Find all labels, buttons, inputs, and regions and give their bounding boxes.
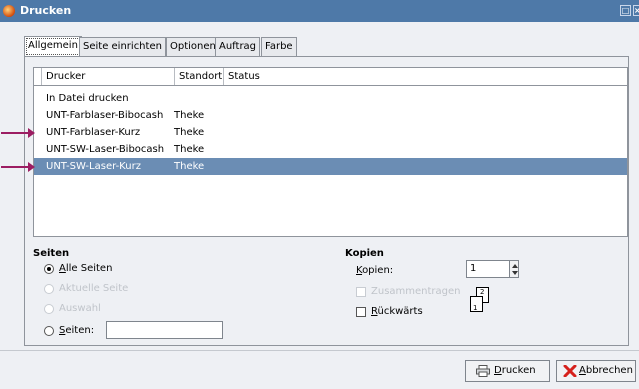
printer-name: UNT-SW-Laser-Kurz bbox=[46, 161, 141, 172]
copies-section-title: Kopien bbox=[345, 248, 384, 259]
collate-checkbox bbox=[356, 287, 366, 297]
cancel-button[interactable]: Abbrechen bbox=[556, 360, 636, 382]
tab-optionen[interactable]: Optionen bbox=[166, 37, 220, 57]
printer-name: UNT-SW-Laser-Bibocash bbox=[46, 144, 165, 155]
radio-button bbox=[44, 304, 54, 314]
title-bar: Drucken □ × bbox=[0, 0, 639, 22]
printer-name: In Datei drucken bbox=[46, 93, 129, 104]
reverse-label: Rückwärts bbox=[371, 306, 423, 317]
copies-spin-button[interactable] bbox=[509, 260, 519, 278]
reverse-checkbox[interactable] bbox=[356, 307, 366, 317]
radio-button[interactable] bbox=[44, 264, 54, 274]
radio-button[interactable] bbox=[44, 326, 54, 336]
divider bbox=[0, 350, 639, 351]
radio-button bbox=[44, 284, 54, 294]
tab-allgemein[interactable]: Allgemein bbox=[24, 36, 82, 57]
printer-row-selected[interactable]: UNT-SW-Laser-Kurz Theke bbox=[1, 158, 627, 175]
printer-row[interactable]: In Datei drucken bbox=[34, 90, 627, 107]
pages-range-input[interactable] bbox=[106, 321, 223, 339]
current-page-label: Aktuelle Seite bbox=[59, 283, 129, 294]
close-button[interactable]: × bbox=[633, 5, 639, 16]
maximize-button[interactable]: □ bbox=[620, 5, 631, 16]
pages-range-label: Seiten: bbox=[59, 325, 95, 336]
printer-row[interactable]: UNT-Farblaser-Kurz Theke bbox=[1, 124, 627, 141]
cancel-icon bbox=[563, 365, 577, 377]
printer-app-icon bbox=[3, 5, 15, 17]
printer-location: Theke bbox=[174, 127, 205, 138]
cancel-button-label: Abbrechen bbox=[579, 365, 633, 376]
tab-auftrag[interactable]: Auftrag bbox=[215, 37, 261, 57]
printer-name: UNT-Farblaser-Kurz bbox=[46, 127, 141, 138]
marker-arrow bbox=[1, 128, 35, 138]
column-header-drucker[interactable]: Drucker bbox=[41, 68, 174, 85]
collate-preview-page-1: 1 bbox=[470, 296, 483, 312]
copies-label: Kopien: bbox=[356, 265, 394, 276]
printer-row[interactable]: UNT-SW-Laser-Bibocash Theke bbox=[34, 141, 627, 158]
printer-list[interactable]: Drucker Standort Status In Datei drucken… bbox=[1, 67, 628, 237]
list-header: Drucker Standort Status bbox=[34, 68, 627, 86]
printer-location: Theke bbox=[174, 110, 205, 121]
printer-icon bbox=[476, 365, 490, 377]
tab-farbe[interactable]: Farbe bbox=[261, 37, 297, 57]
column-header-standort[interactable]: Standort bbox=[174, 68, 223, 85]
print-button-label: Drucken bbox=[494, 365, 536, 376]
printer-location: Theke bbox=[174, 161, 205, 172]
window-title: Drucken bbox=[20, 4, 72, 17]
marker-arrow bbox=[1, 162, 35, 172]
tab-seite-einrichten[interactable]: Seite einrichten bbox=[79, 37, 166, 57]
print-button[interactable]: Drucken bbox=[465, 360, 550, 382]
collate-label: Zusammentragen bbox=[371, 286, 461, 297]
printer-row[interactable]: UNT-Farblaser-Bibocash Theke bbox=[34, 107, 627, 124]
printer-name: UNT-Farblaser-Bibocash bbox=[46, 110, 164, 121]
all-pages-label: Alle Seiten bbox=[59, 263, 113, 274]
pages-section-title: Seiten bbox=[33, 248, 70, 259]
printer-location: Theke bbox=[174, 144, 205, 155]
column-header-status[interactable]: Status bbox=[223, 68, 627, 85]
selection-label: Auswahl bbox=[59, 303, 101, 314]
copies-input[interactable]: 1 bbox=[466, 260, 510, 278]
